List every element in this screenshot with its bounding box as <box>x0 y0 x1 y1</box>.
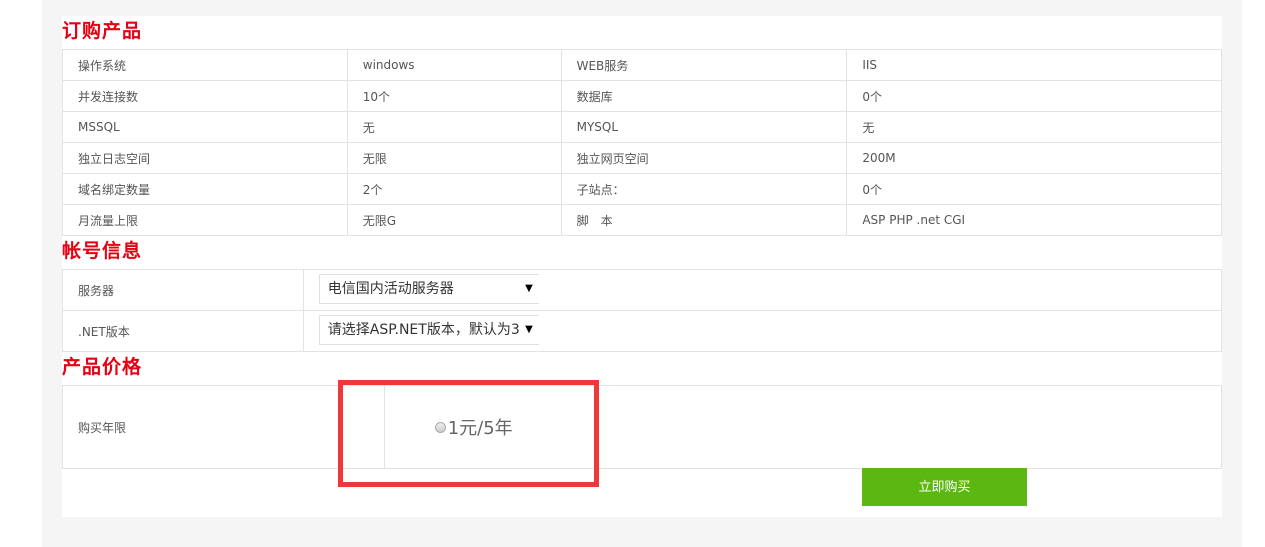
spec-label: 独立网页空间 <box>560 142 848 174</box>
spec-label: 并发连接数 <box>62 80 348 112</box>
spec-value: 无限 <box>346 142 562 174</box>
spec-value: 200M <box>846 142 1222 174</box>
account-section-title: 帐号信息 <box>62 240 143 262</box>
spec-label: 操作系统 <box>62 49 348 81</box>
table-row: 月流量上限 无限G 脚 本 ASP PHP .net CGI <box>62 204 1222 236</box>
account-table: 服务器 电信国内活动服务器 ▼ .NET版本 请选择ASP.NET版本，默认为3… <box>62 269 1223 352</box>
dropdown-arrow-icon: ▼ <box>521 315 533 344</box>
spec-label: 脚 本 <box>560 204 848 236</box>
server-select-value: 电信国内活动服务器 <box>327 280 454 297</box>
years-label: 购买年限 <box>62 385 385 469</box>
spec-label: 子站点： <box>560 173 848 205</box>
spec-value: windows <box>346 49 562 81</box>
table-row: 操作系统 windows WEB服务 IIS <box>62 49 1222 81</box>
net-version-select[interactable]: 请选择ASP.NET版本，默认为3. ▼ <box>318 314 539 345</box>
spec-value: 2个 <box>346 173 562 205</box>
spec-value: 无限G <box>346 204 562 236</box>
table-row: 服务器 电信国内活动服务器 ▼ <box>62 269 1223 311</box>
dropdown-arrow-icon: ▼ <box>521 274 533 303</box>
server-label: 服务器 <box>62 269 304 311</box>
table-row: 独立日志空间 无限 独立网页空间 200M <box>62 142 1222 174</box>
spec-label: MYSQL <box>560 111 848 143</box>
spec-value: 无 <box>846 111 1222 143</box>
spec-value: IIS <box>846 49 1222 81</box>
spec-value: ASP PHP .net CGI <box>846 204 1222 236</box>
table-row: MSSQL 无 MYSQL 无 <box>62 111 1222 143</box>
net-version-label: .NET版本 <box>62 310 304 352</box>
net-version-select-value: 请选择ASP.NET版本，默认为3. <box>327 321 525 338</box>
price-table: 购买年限 1元/5年 <box>62 385 1223 469</box>
spec-label: WEB服务 <box>560 49 848 81</box>
spec-label: MSSQL <box>62 111 348 143</box>
highlight-annotation <box>338 380 599 487</box>
spec-label: 独立日志空间 <box>62 142 348 174</box>
buy-now-button[interactable]: 立即购买 <box>862 468 1027 506</box>
order-section-title: 订购产品 <box>62 20 143 42</box>
table-row: 并发连接数 10个 数据库 0个 <box>62 80 1222 112</box>
server-select[interactable]: 电信国内活动服务器 ▼ <box>318 273 539 304</box>
spec-value: 无 <box>346 111 562 143</box>
spec-value: 0个 <box>846 173 1222 205</box>
price-section-title: 产品价格 <box>62 356 143 378</box>
spec-table: 操作系统 windows WEB服务 IIS 并发连接数 10个 数据库 0个 … <box>62 49 1222 236</box>
order-panel: 订购产品 操作系统 windows WEB服务 IIS 并发连接数 10个 数据… <box>62 16 1223 517</box>
spec-label: 数据库 <box>560 80 848 112</box>
table-row: 域名绑定数量 2个 子站点： 0个 <box>62 173 1222 205</box>
spec-value: 10个 <box>346 80 562 112</box>
spec-label: 月流量上限 <box>62 204 348 236</box>
table-row: 购买年限 1元/5年 <box>62 385 1223 469</box>
spec-label: 域名绑定数量 <box>62 173 348 205</box>
table-row: .NET版本 请选择ASP.NET版本，默认为3. ▼ <box>62 310 1223 352</box>
spec-value: 0个 <box>846 80 1222 112</box>
